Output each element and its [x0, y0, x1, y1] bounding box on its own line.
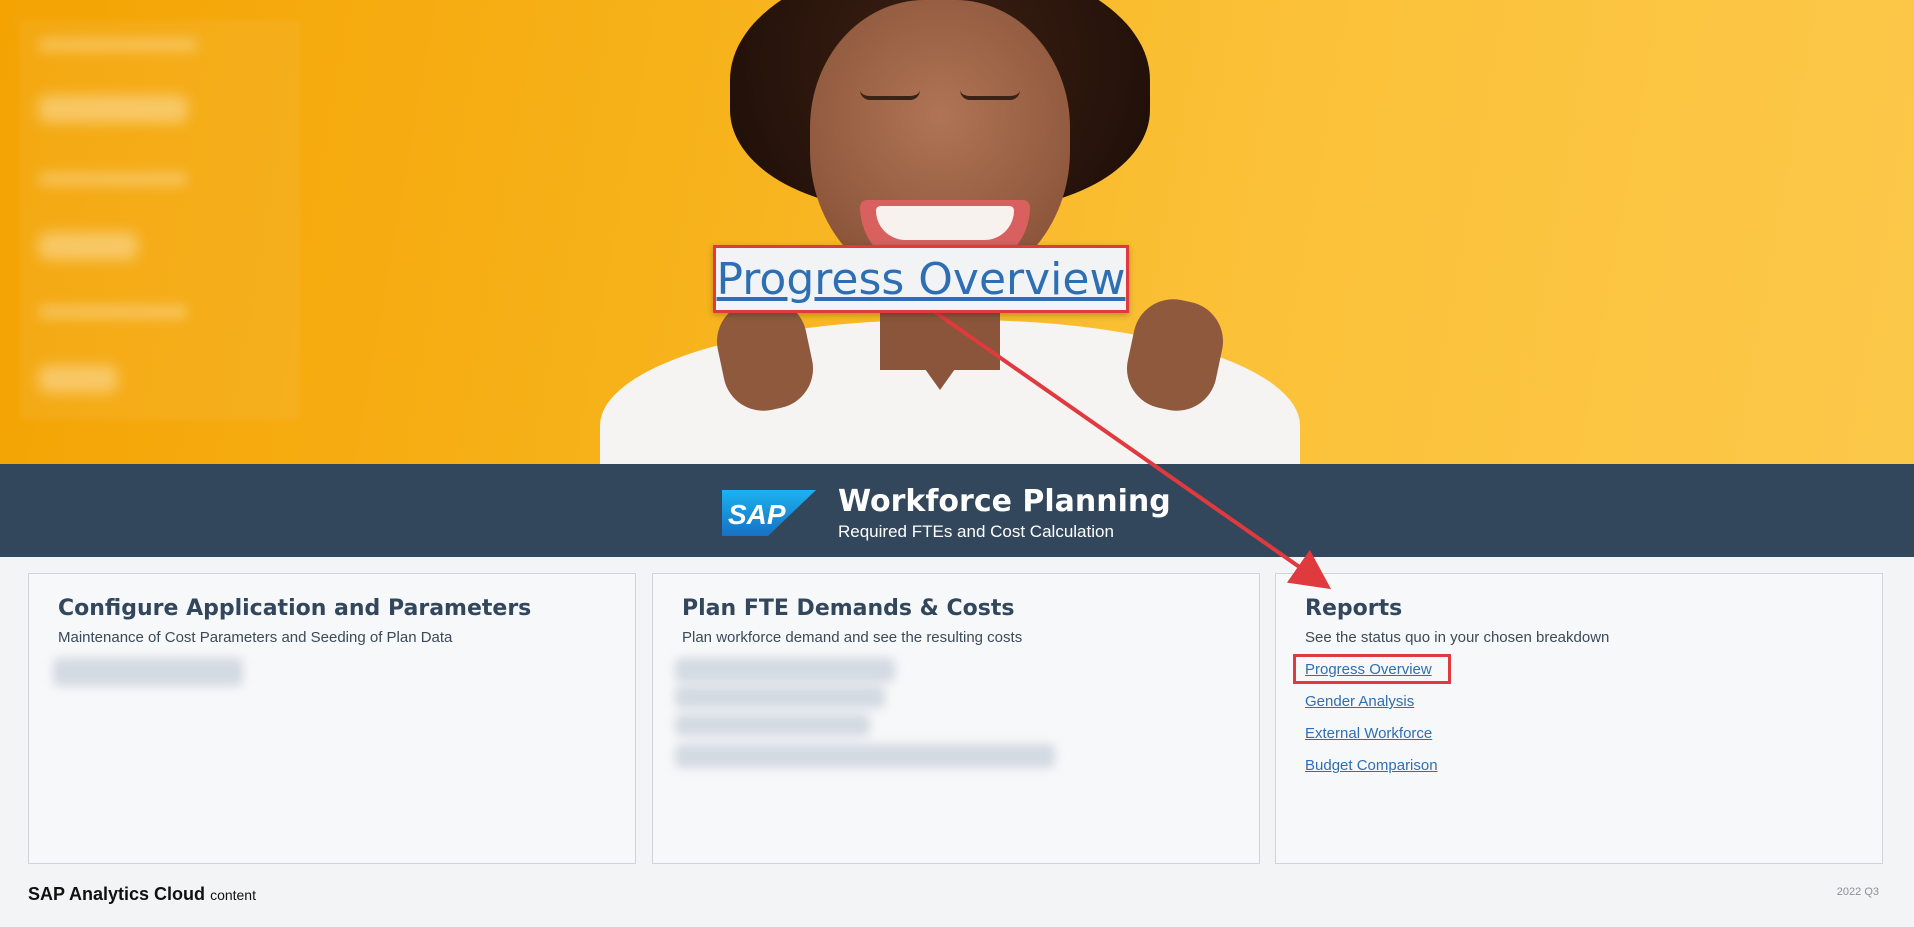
blurred-link	[675, 686, 885, 708]
blurred-text	[38, 232, 138, 260]
card-description: See the status quo in your chosen breakd…	[1305, 629, 1610, 646]
card-description: Maintenance of Cost Parameters and Seedi…	[58, 629, 453, 646]
link-gender-analysis[interactable]: Gender Analysis	[1305, 692, 1438, 724]
link-budget-comparison[interactable]: Budget Comparison	[1305, 756, 1438, 788]
sap-logo-icon: SAP	[722, 490, 816, 536]
footer-brand-name: SAP Analytics Cloud	[28, 884, 206, 904]
callout-zoom-label: Progress Overview	[713, 245, 1129, 313]
blurred-text	[38, 365, 118, 393]
blurred-link	[675, 744, 1055, 768]
blurred-text	[38, 95, 188, 123]
blurred-text	[38, 172, 188, 186]
footer-brand: SAP Analytics Cloud content	[28, 884, 256, 905]
card-title: Reports	[1305, 596, 1403, 621]
blurred-text	[38, 305, 188, 319]
card-title: Plan FTE Demands & Costs	[682, 596, 1015, 621]
card-title: Configure Application and Parameters	[58, 596, 532, 621]
blurred-link	[675, 714, 870, 736]
card-plan-fte: Plan FTE Demands & Costs Plan workforce …	[652, 573, 1260, 864]
link-external-workforce[interactable]: External Workforce	[1305, 724, 1438, 756]
app-subtitle: Required FTEs and Cost Calculation	[838, 522, 1114, 541]
smiling-woman-photo	[560, 0, 1320, 464]
footer-version: 2022 Q3	[1836, 886, 1879, 898]
sap-logo-text: SAP	[728, 499, 786, 530]
callout-text: Progress Overview	[716, 253, 1126, 305]
link-highlight-box	[1293, 654, 1451, 684]
blurred-text	[38, 38, 198, 52]
card-reports: Reports See the status quo in your chose…	[1275, 573, 1883, 864]
hero-image	[0, 0, 1914, 464]
blurred-link	[675, 658, 895, 682]
blurred-link	[53, 658, 243, 686]
app-title: Workforce Planning	[838, 484, 1171, 519]
footer-brand-suffix: content	[210, 887, 256, 903]
card-description: Plan workforce demand and see the result…	[682, 629, 1023, 646]
card-configure: Configure Application and Parameters Mai…	[28, 573, 636, 864]
blurred-kpi-panel	[20, 20, 300, 420]
